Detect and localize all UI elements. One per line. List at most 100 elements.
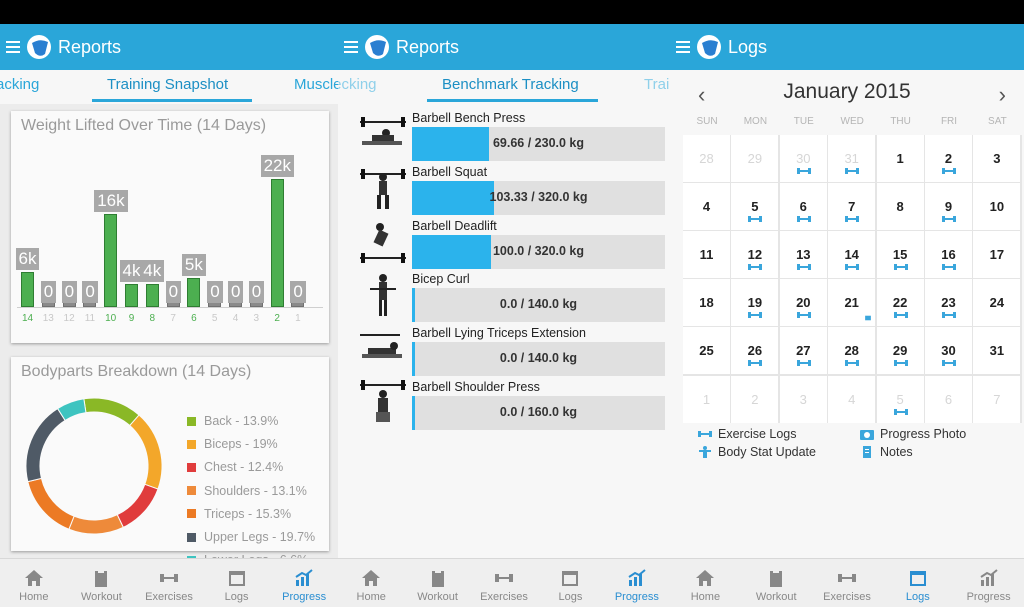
tab-training-snapshot[interactable]: Training Snapshot <box>107 76 228 93</box>
calendar-day[interactable]: 27 <box>779 327 827 375</box>
nav-exercises[interactable]: Exercises <box>135 559 203 607</box>
previous-month-icon[interactable]: ‹ <box>698 82 705 108</box>
calendar-day[interactable]: 31 <box>828 135 876 182</box>
menu-icon[interactable] <box>676 41 690 53</box>
nav-progress[interactable]: Progress <box>270 559 338 607</box>
nav-logs[interactable]: Logs <box>537 559 603 607</box>
nav-exercises[interactable]: Exercises <box>812 559 883 607</box>
progress-chart-icon <box>628 569 646 586</box>
weekday-label: THU <box>890 116 911 127</box>
benchmark-row[interactable]: Barbell Lying Triceps Extension 0.0 / 140… <box>338 326 670 380</box>
calendar-day[interactable]: 25 <box>683 327 730 375</box>
benchmark-progress-bar: 0.0 / 140.0 kg <box>412 342 665 377</box>
menu-icon[interactable] <box>344 41 358 53</box>
calendar-day[interactable]: 28 <box>828 327 876 375</box>
exercise-name: Barbell Squat <box>412 164 488 179</box>
calendar-day[interactable]: 29 <box>876 327 924 375</box>
chart-x-tick: 1 <box>295 313 301 324</box>
calendar-day[interactable]: 17 <box>973 231 1021 279</box>
calendar-day[interactable]: 10 <box>973 183 1021 231</box>
calendar-day-number: 29 <box>892 343 908 359</box>
calendar-day[interactable]: 4 <box>683 183 730 231</box>
calendar-day[interactable]: 22 <box>876 279 924 327</box>
calendar-day[interactable]: 30 <box>925 327 972 375</box>
tab-muscle-tracking-partial[interactable]: Musclecking <box>338 76 377 93</box>
calendar-day[interactable]: 5 <box>731 183 779 231</box>
nav-logs[interactable]: Logs <box>882 559 953 607</box>
calendar-day[interactable]: 6 <box>779 183 827 231</box>
exercise-log-dumbbell-icon <box>893 312 908 319</box>
nav-workout[interactable]: Workout <box>404 559 470 607</box>
calendar-day[interactable]: 5 <box>876 375 924 423</box>
calendar-day[interactable]: 2 <box>731 375 779 423</box>
nav-label: Home <box>690 591 721 603</box>
tab-training-partial[interactable]: Traini <box>644 76 670 93</box>
calendar-day[interactable]: 29 <box>731 135 779 182</box>
calendar-day[interactable]: 28 <box>683 135 730 182</box>
calendar-day[interactable]: 23 <box>925 279 972 327</box>
calendar-day[interactable]: 15 <box>876 231 924 279</box>
calendar-day[interactable]: 7 <box>828 183 876 231</box>
tab-benchmark-tracking[interactable]: Benchmark Tracking <box>442 76 579 93</box>
benchmark-row[interactable]: Barbell Bench Press 69.66 / 230.0 kg <box>338 111 670 165</box>
chart-bar <box>187 277 201 307</box>
nav-label: Workout <box>417 591 458 603</box>
calendar-day[interactable]: 31 <box>973 327 1021 375</box>
legend-body-stat-update: Body Stat Update <box>698 445 816 459</box>
benchmark-row[interactable]: Barbell Shoulder Press 0.0 / 160.0 kg <box>338 380 670 434</box>
calendar-day[interactable]: 19 <box>731 279 779 327</box>
calendar-day[interactable]: 24 <box>973 279 1021 327</box>
tab-benchmark-tracking-partial[interactable]: acking <box>0 76 39 93</box>
calendar-day[interactable]: 1 <box>876 135 924 182</box>
calendar-day[interactable]: 1 <box>683 375 730 423</box>
calendar-day[interactable]: 2 <box>925 135 972 182</box>
next-month-icon[interactable]: › <box>999 82 1006 108</box>
nav-progress[interactable]: Progress <box>953 559 1024 607</box>
tab-muscle-tracking-partial[interactable]: Musclecking <box>294 76 338 93</box>
calendar-day[interactable]: 16 <box>925 231 972 279</box>
calendar-day-number: 31 <box>989 343 1005 359</box>
app-title: Reports <box>58 36 122 57</box>
exercise-log-dumbbell-icon <box>893 360 908 367</box>
calendar-day[interactable]: 21 <box>828 279 876 327</box>
dumbbell-icon <box>837 574 856 582</box>
calendar-day[interactable]: 30 <box>779 135 827 182</box>
calendar-day[interactable]: 11 <box>683 231 730 279</box>
benchmark-value: 0.0 / 140.0 kg <box>499 351 578 366</box>
benchmark-row[interactable]: Bicep Curl 0.0 / 140.0 kg <box>338 272 670 326</box>
nav-progress[interactable]: Progress <box>604 559 670 607</box>
nav-workout[interactable]: Workout <box>741 559 812 607</box>
menu-icon[interactable] <box>6 41 20 53</box>
calendar-day[interactable]: 9 <box>925 183 972 231</box>
calendar-day-number: 10 <box>989 199 1005 215</box>
calendar-day[interactable]: 3 <box>779 375 827 423</box>
calendar-day[interactable]: 13 <box>779 231 827 279</box>
nav-logs[interactable]: Logs <box>203 559 271 607</box>
calendar-day-number: 17 <box>989 247 1005 263</box>
calendar-day[interactable]: 14 <box>828 231 876 279</box>
nav-home[interactable]: Home <box>0 559 68 607</box>
calendar-day[interactable]: 3 <box>973 135 1021 182</box>
calendar-day[interactable]: 7 <box>973 375 1021 423</box>
nav-home[interactable]: Home <box>670 559 741 607</box>
chart-x-tick: 4 <box>232 313 239 324</box>
chart-x-tick: 6 <box>191 313 197 324</box>
calendar-day-number: 14 <box>844 247 859 263</box>
calendar-day[interactable]: 8 <box>876 183 924 231</box>
benchmark-value: 69.66 / 230.0 kg <box>492 136 585 150</box>
calendar-day[interactable]: 18 <box>683 279 730 327</box>
benchmark-row[interactable]: Barbell Deadlift 100.0 / 320.0 kg <box>338 219 670 273</box>
calendar-day[interactable]: 20 <box>779 279 827 327</box>
calendar-day[interactable]: 4 <box>828 375 876 423</box>
calendar-day[interactable]: 6 <box>925 375 972 423</box>
calendar-day-number: 11 <box>699 247 714 263</box>
calendar-day[interactable]: 12 <box>731 231 779 279</box>
active-tab-indicator <box>92 99 252 102</box>
benchmark-row[interactable]: Barbell Squat 103.33 / 320.0 kg <box>338 165 670 219</box>
weight-lifted-title: Weight Lifted Over Time (14 Days) <box>21 117 267 134</box>
nav-exercises[interactable]: Exercises <box>471 559 537 607</box>
calendar-day-number: 4 <box>702 199 711 215</box>
calendar-day[interactable]: 26 <box>731 327 779 375</box>
nav-workout[interactable]: Workout <box>68 559 136 607</box>
nav-home[interactable]: Home <box>338 559 404 607</box>
